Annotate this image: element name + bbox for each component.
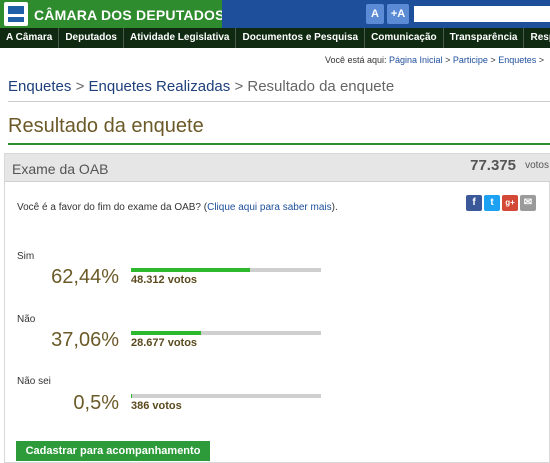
breadcrumb-enquetes[interactable]: Enquetes: [8, 78, 71, 95]
option-bar-track: [131, 394, 321, 398]
option-label: Não: [17, 314, 36, 325]
poll-total-label: votos: [525, 160, 549, 171]
option-bar-fill: [131, 331, 202, 335]
nav-item-comunicacao[interactable]: Comunicação: [365, 28, 444, 48]
location-separator: >: [445, 55, 451, 65]
site-title[interactable]: CÂMARA DOS DEPUTADOS: [34, 7, 225, 23]
nav-item-atividade-legislativa[interactable]: Atividade Legislativa: [124, 28, 237, 48]
poll-name: Exame da OAB: [12, 161, 109, 177]
option-percent: 62,44%: [51, 266, 119, 288]
logo-stripe: [8, 14, 24, 17]
search-input[interactable]: [414, 6, 550, 22]
poll-question: Você é a favor do fim do exame da OAB? (…: [17, 202, 338, 213]
main-nav: A Câmara Deputados Atividade Legislativa…: [0, 28, 550, 48]
font-decrease-button[interactable]: A: [366, 4, 384, 24]
nav-item-a-camara[interactable]: A Câmara: [0, 28, 60, 48]
poll-question-text: Você é a favor do fim do exame da OAB?: [17, 202, 201, 213]
twitter-icon[interactable]: t: [484, 195, 500, 211]
option-bar-track: [131, 268, 321, 272]
option-label: Sim: [17, 251, 35, 262]
location-participe-link[interactable]: Participe: [453, 55, 488, 65]
share-bar: f t g+ ✉: [466, 195, 536, 211]
location-trail: Você está aqui: Página Inicial > Partici…: [325, 55, 544, 65]
option-bar-fill: [131, 394, 132, 398]
option-votes: 386 votos: [131, 400, 182, 412]
facebook-icon[interactable]: f: [466, 195, 482, 211]
option-votes: 28.677 votos: [131, 337, 198, 349]
top-header: CÂMARA DOS DEPUTADOS A +A: [0, 0, 550, 28]
breadcrumb-separator: >: [75, 78, 85, 95]
poll-result-panel: Exame da OAB 77.375 votos Você é a favor…: [4, 153, 550, 463]
nav-item-transparencia[interactable]: Transparência: [444, 28, 525, 48]
font-increase-button[interactable]: +A: [387, 4, 409, 24]
option-votes: 48.312 votos: [131, 274, 198, 286]
breadcrumb-separator: >: [234, 78, 244, 95]
option-bar-fill: [131, 268, 250, 272]
poll-total-votes: 77.375: [470, 157, 516, 174]
email-icon[interactable]: ✉: [520, 195, 536, 211]
breadcrumb-enquetes-realizadas[interactable]: Enquetes Realizadas: [89, 78, 231, 95]
nav-item-documentos-e-pesquisa[interactable]: Documentos e Pesquisa: [236, 28, 366, 48]
location-prefix: Você está aqui:: [324, 55, 387, 65]
camara-logo[interactable]: [4, 2, 28, 26]
google-plus-icon[interactable]: g+: [502, 195, 518, 211]
location-enquetes-link[interactable]: Enquetes: [498, 55, 536, 65]
page-title: Resultado da enquete: [8, 115, 204, 137]
location-home-link[interactable]: Página Inicial: [389, 55, 443, 65]
breadcrumb: Enquetes > Enquetes Realizadas > Resulta…: [8, 78, 550, 102]
option-percent: 0,5%: [73, 392, 119, 414]
title-divider: [8, 143, 550, 145]
location-separator: >: [538, 55, 544, 65]
nav-item-deputados[interactable]: Deputados: [59, 28, 124, 48]
option-label: Não sei: [17, 376, 51, 387]
poll-header: Exame da OAB 77.375 votos: [5, 154, 550, 182]
location-separator: >: [490, 55, 496, 65]
nav-item-responsabilidade[interactable]: Respor: [524, 28, 550, 48]
option-bar-track: [131, 331, 321, 335]
option-percent: 37,06%: [51, 329, 119, 351]
poll-more-info-link[interactable]: Clique aqui para saber mais: [207, 202, 332, 213]
breadcrumb-current: Resultado da enquete: [247, 78, 395, 95]
signup-follow-button[interactable]: Cadastrar para acompanhamento: [16, 441, 210, 461]
